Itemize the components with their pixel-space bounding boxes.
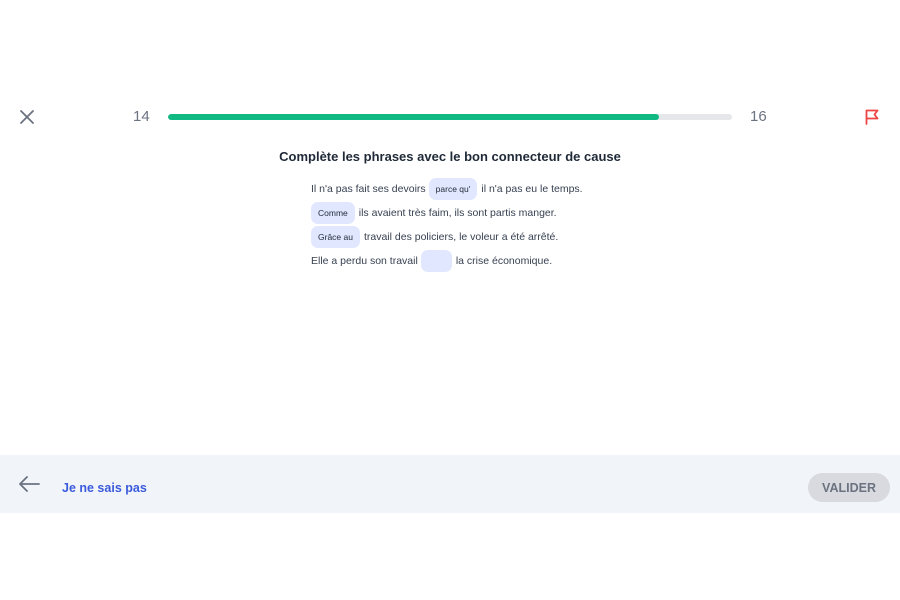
skip-link[interactable]: Je ne sais pas [62,481,147,495]
sentence-text-after: ils avaient très faim, ils sont partis m… [358,207,557,219]
progress-bar [168,114,732,120]
progress-total: 16 [750,108,767,125]
top-bar: 14 16 [0,100,900,134]
answer-blank-empty[interactable] [420,250,452,272]
back-button[interactable] [16,473,42,495]
progress-current: 14 [133,108,150,125]
progress-bar-fill [168,114,659,120]
sentence-text-after: travail des policiers, le voleur a été a… [363,231,559,243]
answer-blank[interactable]: parce qu' [428,178,478,200]
exercise-instruction: Complète les phrases avec le bon connect… [279,149,621,164]
sentence-list: Il n'a pas fait ses devoirs parce qu' il… [311,177,583,273]
close-button[interactable] [14,104,40,130]
sentence-text-after: il n'a pas eu le temps. [481,183,583,195]
sentence-1: Il n'a pas fait ses devoirs parce qu' il… [311,177,583,201]
answer-blank[interactable]: Grâce au [311,226,360,248]
sentence-text-after: la crise économique. [455,255,553,267]
sentence-text-before: Elle a perdu son travail [311,255,418,267]
footer-bar: Je ne sais pas VALIDER [0,455,900,513]
validate-button[interactable]: VALIDER [808,473,890,502]
close-icon [20,110,34,124]
sentence-3: Grâce au travail des policiers, le voleu… [311,225,583,249]
report-button[interactable] [860,104,884,130]
sentence-2: Comme ils avaient très faim, ils sont pa… [311,201,583,225]
answer-blank[interactable]: Comme [311,202,355,224]
flag-icon [865,109,879,125]
arrow-left-icon [19,476,40,492]
sentence-text-before: Il n'a pas fait ses devoirs [311,183,426,195]
sentence-4: Elle a perdu son travail la crise économ… [311,249,583,273]
